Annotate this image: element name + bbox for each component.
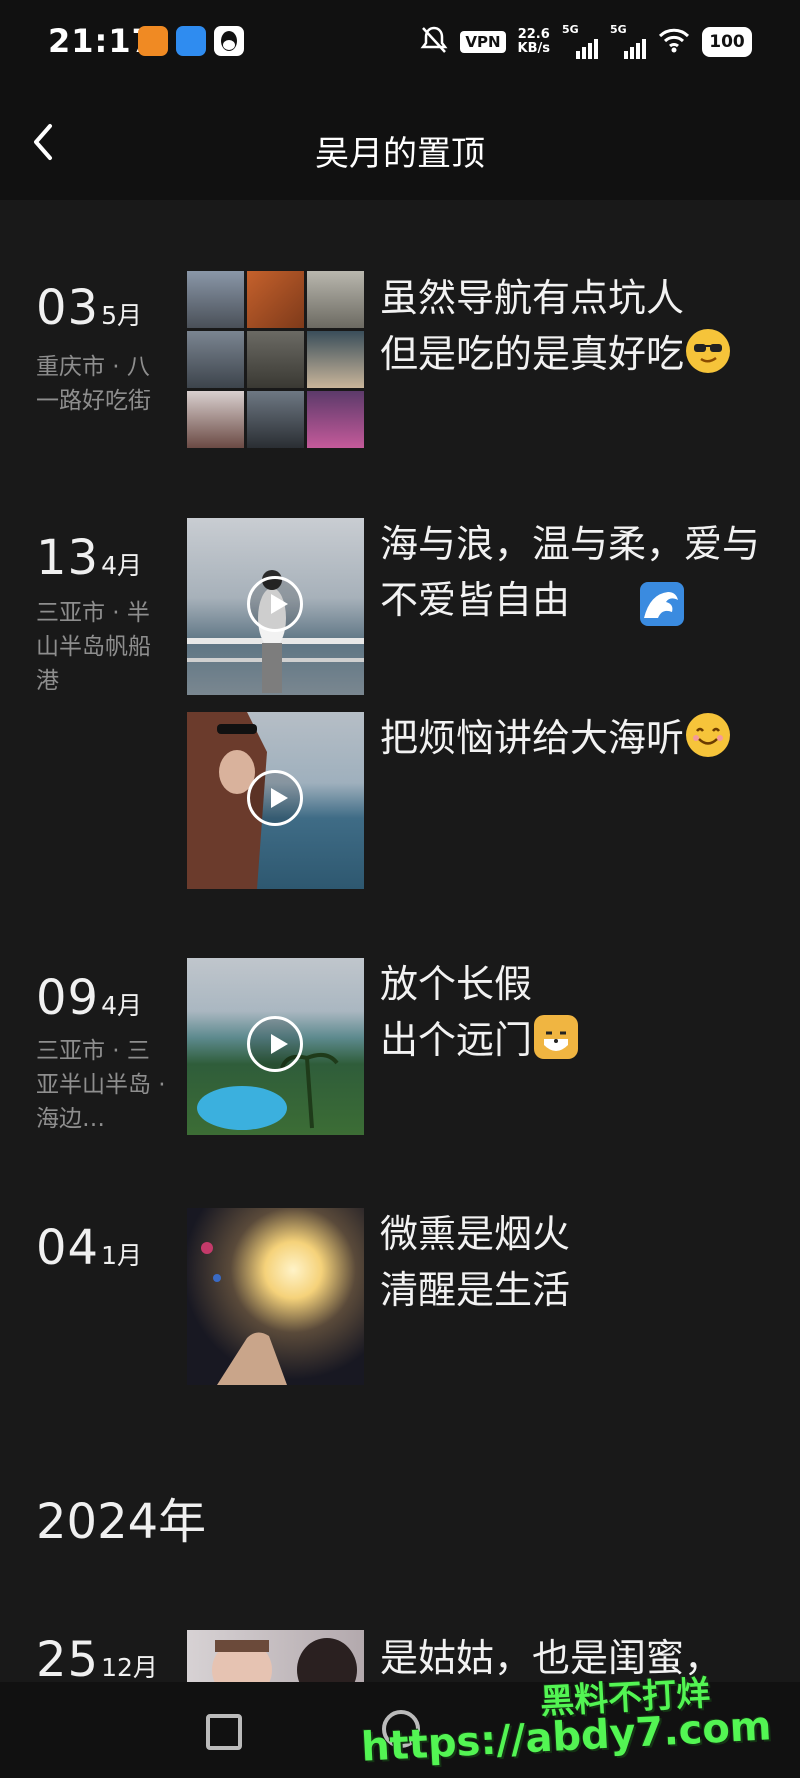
moment-entry[interactable]: 094月 三亚市 · 三亚半山半岛 · 海边… 放个长假 出个远门	[0, 956, 800, 1146]
video-thumbnail[interactable]	[187, 518, 364, 695]
entry-day: 25	[36, 1632, 100, 1682]
caption-line: 放个长假	[380, 962, 533, 1006]
moment-entry[interactable]: 134月 三亚市 · 半山半岛帆船港 海与浪，温与柔，爱与不爱皆自由	[0, 516, 800, 710]
moment-entry[interactable]: 把烦恼讲给大海听	[0, 710, 800, 890]
entry-location: 三亚市 · 三亚半山半岛 · 海边…	[36, 1038, 166, 1132]
network-speed-unit: KB/s	[517, 41, 550, 56]
messenger-app-icon	[176, 26, 206, 56]
entry-month: 5月	[101, 301, 142, 330]
network-speed-value: 22.6	[517, 27, 550, 42]
vpn-badge: VPN	[460, 31, 506, 53]
entry-day: 13	[36, 530, 100, 586]
entry-day: 03	[36, 280, 100, 336]
entry-month: 1月	[101, 1241, 142, 1270]
taobao-app-icon	[138, 26, 168, 56]
entry-date: 134月	[36, 530, 142, 586]
entry-month: 12月	[101, 1653, 158, 1682]
entry-month: 4月	[101, 991, 142, 1020]
play-icon	[247, 576, 303, 632]
photo-grid-thumbnail[interactable]	[187, 271, 364, 448]
smiling-emoji-icon	[686, 713, 731, 757]
recents-button[interactable]	[206, 1714, 242, 1750]
entry-day: 04	[36, 1220, 100, 1276]
caption-line: 但是吃的是真好吃	[380, 326, 780, 382]
entry-caption: 把烦恼讲给大海听	[380, 710, 780, 766]
page-title: 吴月的置顶	[315, 134, 485, 174]
photo-thumbnail[interactable]	[187, 1208, 364, 1385]
mute-icon	[420, 25, 448, 59]
video-thumbnail[interactable]	[187, 712, 364, 889]
entry-date: 2512月	[36, 1632, 158, 1682]
entry-caption: 虽然导航有点坑人 但是吃的是真好吃	[380, 270, 780, 382]
entry-caption: 海与浪，温与柔，爱与不爱皆自由	[380, 522, 761, 622]
play-icon	[247, 1016, 303, 1072]
network-speed: 22.6 KB/s	[518, 28, 550, 56]
wifi-icon	[658, 27, 690, 57]
moment-entry[interactable]: 035月 重庆市 · 八一路好吃街 虽然导航有点坑人 但是吃的是真好吃	[0, 266, 800, 456]
photo-thumbnail[interactable]	[187, 1630, 364, 1682]
qq-app-icon	[214, 26, 244, 56]
entry-date: 041月	[36, 1220, 142, 1276]
entry-location: 三亚市 · 半山半岛帆船港	[36, 600, 151, 694]
wave-emoji-icon	[640, 582, 684, 626]
page-header: 吴月的置顶	[0, 86, 800, 200]
cat-emoji-icon	[534, 1015, 579, 1059]
sunglasses-emoji-icon	[686, 329, 731, 373]
video-thumbnail[interactable]	[187, 958, 364, 1135]
year-divider: 2024年	[36, 1494, 207, 1550]
entry-month: 4月	[101, 551, 142, 580]
play-icon	[247, 770, 303, 826]
caption-line: 清醒是生活	[380, 1268, 571, 1312]
signal-icon-2: 5G	[610, 23, 646, 59]
signal-icon-1: 5G	[562, 23, 598, 59]
caption-line: 虽然导航有点坑人	[380, 276, 685, 320]
entry-date: 094月	[36, 970, 142, 1026]
entry-date: 035月	[36, 280, 142, 336]
entry-caption: 放个长假 出个远门	[380, 956, 780, 1068]
caption-line: 微熏是烟火	[380, 1212, 571, 1256]
watermark: 黑料不打烊 https://abdy7.com	[360, 1670, 800, 1778]
moment-entry[interactable]: 041月 微熏是烟火 清醒是生活	[0, 1206, 800, 1396]
battery-indicator: 100	[702, 27, 752, 57]
status-bar: 21:17 VPN 22.6 KB/s 5G 5G 100	[0, 0, 800, 86]
caption-line: 出个远门	[380, 1012, 780, 1068]
entry-day: 09	[36, 970, 100, 1026]
entry-location: 重庆市 · 八一路好吃街	[36, 354, 151, 414]
entry-caption: 微熏是烟火 清醒是生活	[380, 1206, 780, 1318]
